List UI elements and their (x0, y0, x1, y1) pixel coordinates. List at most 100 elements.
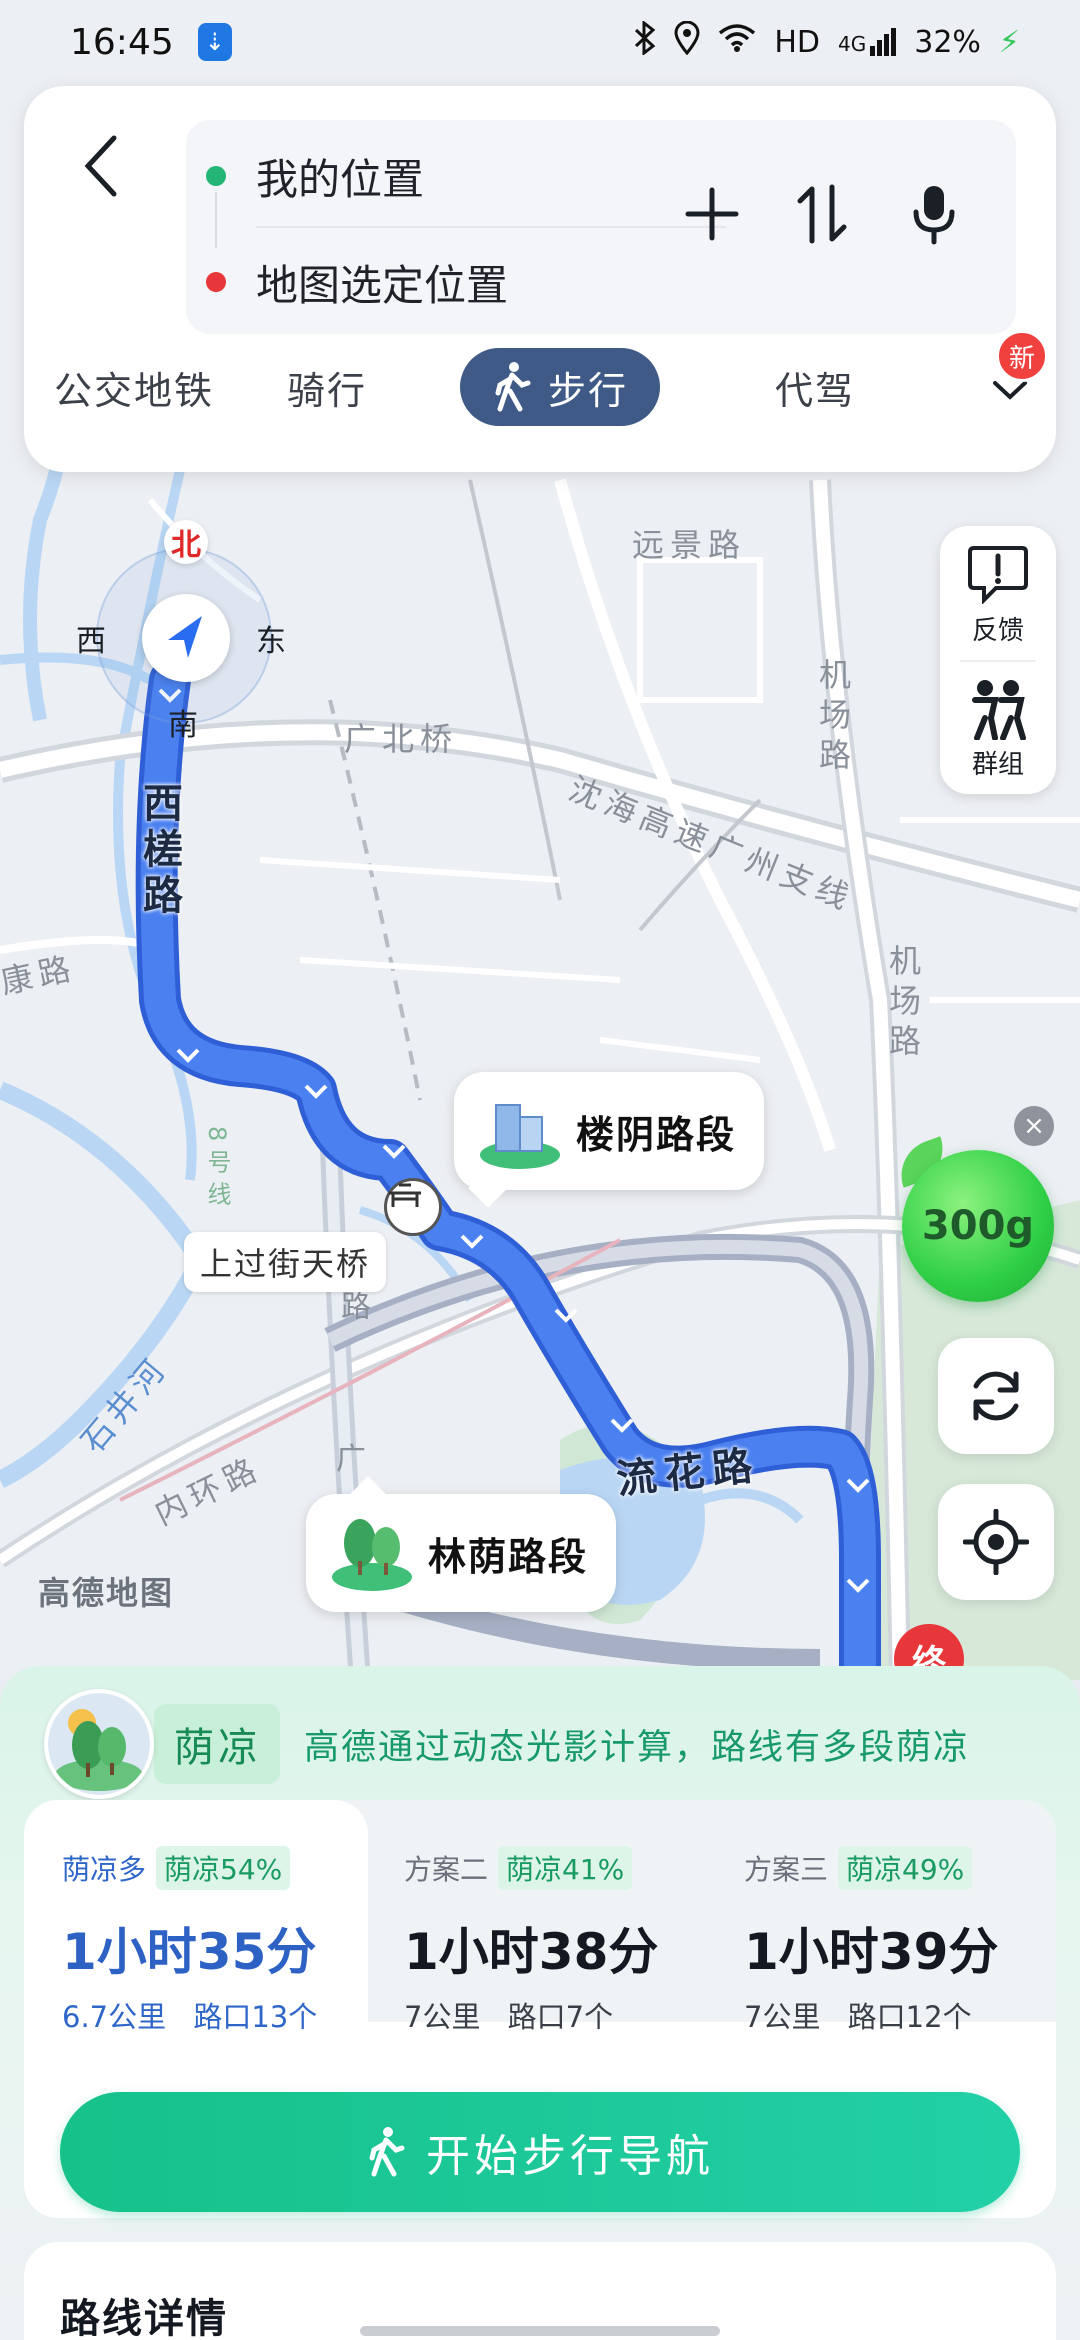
amap-logo: 高德地图 (38, 1574, 175, 1612)
route-street-label: 西槎路 (136, 782, 182, 920)
carbon-saving-badge[interactable]: 300g (902, 1150, 1054, 1302)
add-stop-button[interactable] (672, 174, 752, 254)
divider (256, 226, 726, 228)
plan-option-1[interactable]: 荫凉多 荫凉54% 1小时35分 6.7公里 路口13个 (24, 1800, 368, 2034)
origin-field[interactable]: 我的位置 (206, 136, 424, 216)
street-label: 广 (336, 1442, 372, 1477)
plan-meta: 6.7公里 路口13个 (62, 1994, 317, 2036)
bluetooth-icon (634, 19, 656, 63)
group-button[interactable]: 群组 (940, 664, 1056, 794)
feedback-icon (968, 545, 1028, 604)
tab-cycling[interactable]: 骑行 (262, 348, 392, 426)
plan-distance: 6.7公里 (62, 2000, 167, 2034)
plan-header: 方案三 荫凉49% (744, 1846, 973, 1890)
shade-info-header[interactable]: 荫凉 高德通过动态光影计算，路线有多段荫凉 (44, 1686, 1044, 1802)
charging-icon: ⚡ (998, 24, 1020, 60)
status-time: 16:45 (70, 21, 174, 63)
shade-trees-callout[interactable]: 林荫路段 (306, 1476, 616, 1612)
origin-text: 我的位置 (256, 154, 425, 204)
plan-duration: 1小时38分 (404, 1923, 659, 1981)
status-bar: 16:45 ⇣ HD 4G 32% ⚡ (0, 0, 1080, 84)
plan-crossings: 路口12个 (847, 2000, 972, 2034)
plan-name: 方案三 (744, 1853, 829, 1886)
origin-dot-icon (206, 166, 226, 186)
compass[interactable]: 北 西 东 南 (76, 520, 286, 743)
crosshair-icon (963, 1509, 1029, 1575)
destination-text: 地图选定位置 (256, 260, 509, 310)
travel-mode-tabs: 公交地铁 骑行 步行 代驾 新 (24, 330, 1056, 438)
plus-icon (685, 187, 739, 241)
trees-icon (328, 1513, 416, 1593)
tab-walking[interactable]: 步行 (460, 348, 661, 426)
start-navigation-label: 开始步行导航 (426, 2131, 714, 2182)
plans-card: 荫凉多 荫凉54% 1小时35分 6.7公里 路口13个 方案二 荫凉41% 1… (24, 1800, 1056, 2218)
back-button[interactable] (60, 126, 140, 206)
voice-button[interactable] (894, 174, 974, 254)
divider (960, 660, 1036, 662)
plan-distance: 7公里 (744, 2000, 821, 2034)
shade-percent: 荫凉49% (838, 1846, 973, 1890)
plan-duration: 1小时39分 (744, 1923, 999, 1981)
carbon-value: 300g (921, 1203, 1035, 1249)
network-label: 4G (838, 32, 867, 56)
battery-label: 32% (914, 24, 981, 60)
plan-name: 荫凉多 (62, 1853, 147, 1886)
map-side-tools: 反馈 群组 (940, 526, 1056, 794)
navigation-arrow-icon (142, 594, 230, 682)
shade-tag: 荫凉 (154, 1704, 280, 1784)
walking-icon (369, 2127, 405, 2177)
street-label: 机场路 (884, 944, 922, 1064)
compass-west: 西 (76, 624, 106, 659)
route-inputs: 我的位置 地图选定位置 (186, 120, 1016, 334)
plan-crossings: 路口13个 (193, 2000, 318, 2034)
eco-close-button[interactable]: × (1014, 1106, 1054, 1146)
new-badge: 新 (996, 330, 1048, 382)
wifi-icon (718, 23, 756, 61)
chevron-left-icon (84, 135, 117, 197)
plan-option-2[interactable]: 方案二 荫凉41% 1小时38分 7公里 路口7个 (368, 1800, 712, 2034)
compass-south: 南 (168, 708, 198, 743)
destination-field[interactable]: 地图选定位置 (206, 242, 508, 322)
callout-label: 楼阴路段 (576, 1112, 737, 1157)
overpass-label[interactable]: 上过街天桥 (184, 1232, 387, 1292)
walking-icon (495, 362, 531, 412)
plan-option-3[interactable]: 方案三 荫凉49% 1小时39分 7公里 路口12个 (712, 1800, 1056, 2034)
plan-duration: 1小时35分 (62, 1923, 317, 1981)
shade-percent: 荫凉41% (498, 1846, 633, 1890)
street-label: 远景路 (632, 526, 747, 564)
feedback-label: 反馈 (971, 615, 1024, 646)
plan-distance: 7公里 (404, 2000, 481, 2034)
hd-label: HD (774, 24, 820, 60)
refresh-icon (973, 1371, 1019, 1421)
refresh-button[interactable] (938, 1338, 1054, 1454)
locate-me-button[interactable] (938, 1484, 1054, 1600)
plan-meta: 7公里 路口7个 (404, 1994, 613, 2036)
plan-header: 方案二 荫凉41% (404, 1846, 633, 1890)
location-icon (674, 20, 700, 63)
plan-crossings: 路口7个 (507, 2000, 614, 2034)
compass-north: 北 (164, 520, 208, 564)
route-plans-sheet: 荫凉 高德通过动态光影计算，路线有多段荫凉 荫凉多 荫凉54% 1小时35分 6… (0, 1666, 1080, 2340)
signal-icon: 4G (838, 28, 897, 56)
shade-percent: 荫凉54% (156, 1846, 291, 1890)
plan-name: 方案二 (404, 1853, 489, 1886)
tab-chauffeur[interactable]: 代驾 (750, 348, 880, 426)
tab-fade (934, 348, 974, 426)
building-icon (476, 1091, 564, 1171)
shade-building-callout[interactable]: 楼阴路段 (454, 1072, 764, 1208)
route-search-card: 我的位置 地图选定位置 公交地铁 骑行 步行 代驾 新 (24, 86, 1056, 472)
feedback-button[interactable]: 反馈 (940, 530, 1056, 660)
shade-description: 高德通过动态光影计算，路线有多段荫凉 (304, 1727, 971, 1768)
swap-button[interactable] (782, 174, 862, 254)
start-walking-navigation-button[interactable]: 开始步行导航 (60, 2092, 1020, 2212)
metro-label: 8号线 (203, 1126, 231, 1214)
swap-icon (797, 184, 847, 244)
chevron-down-icon (993, 381, 1027, 400)
callout-label: 林荫路段 (428, 1534, 589, 1579)
tab-transit[interactable]: 公交地铁 (44, 348, 224, 426)
compass-east: 东 (256, 624, 286, 659)
footbridge-icon[interactable] (384, 1178, 442, 1236)
street-label: 广北桥 (344, 720, 459, 758)
home-indicator[interactable] (360, 2326, 720, 2336)
microphone-icon (913, 186, 955, 245)
